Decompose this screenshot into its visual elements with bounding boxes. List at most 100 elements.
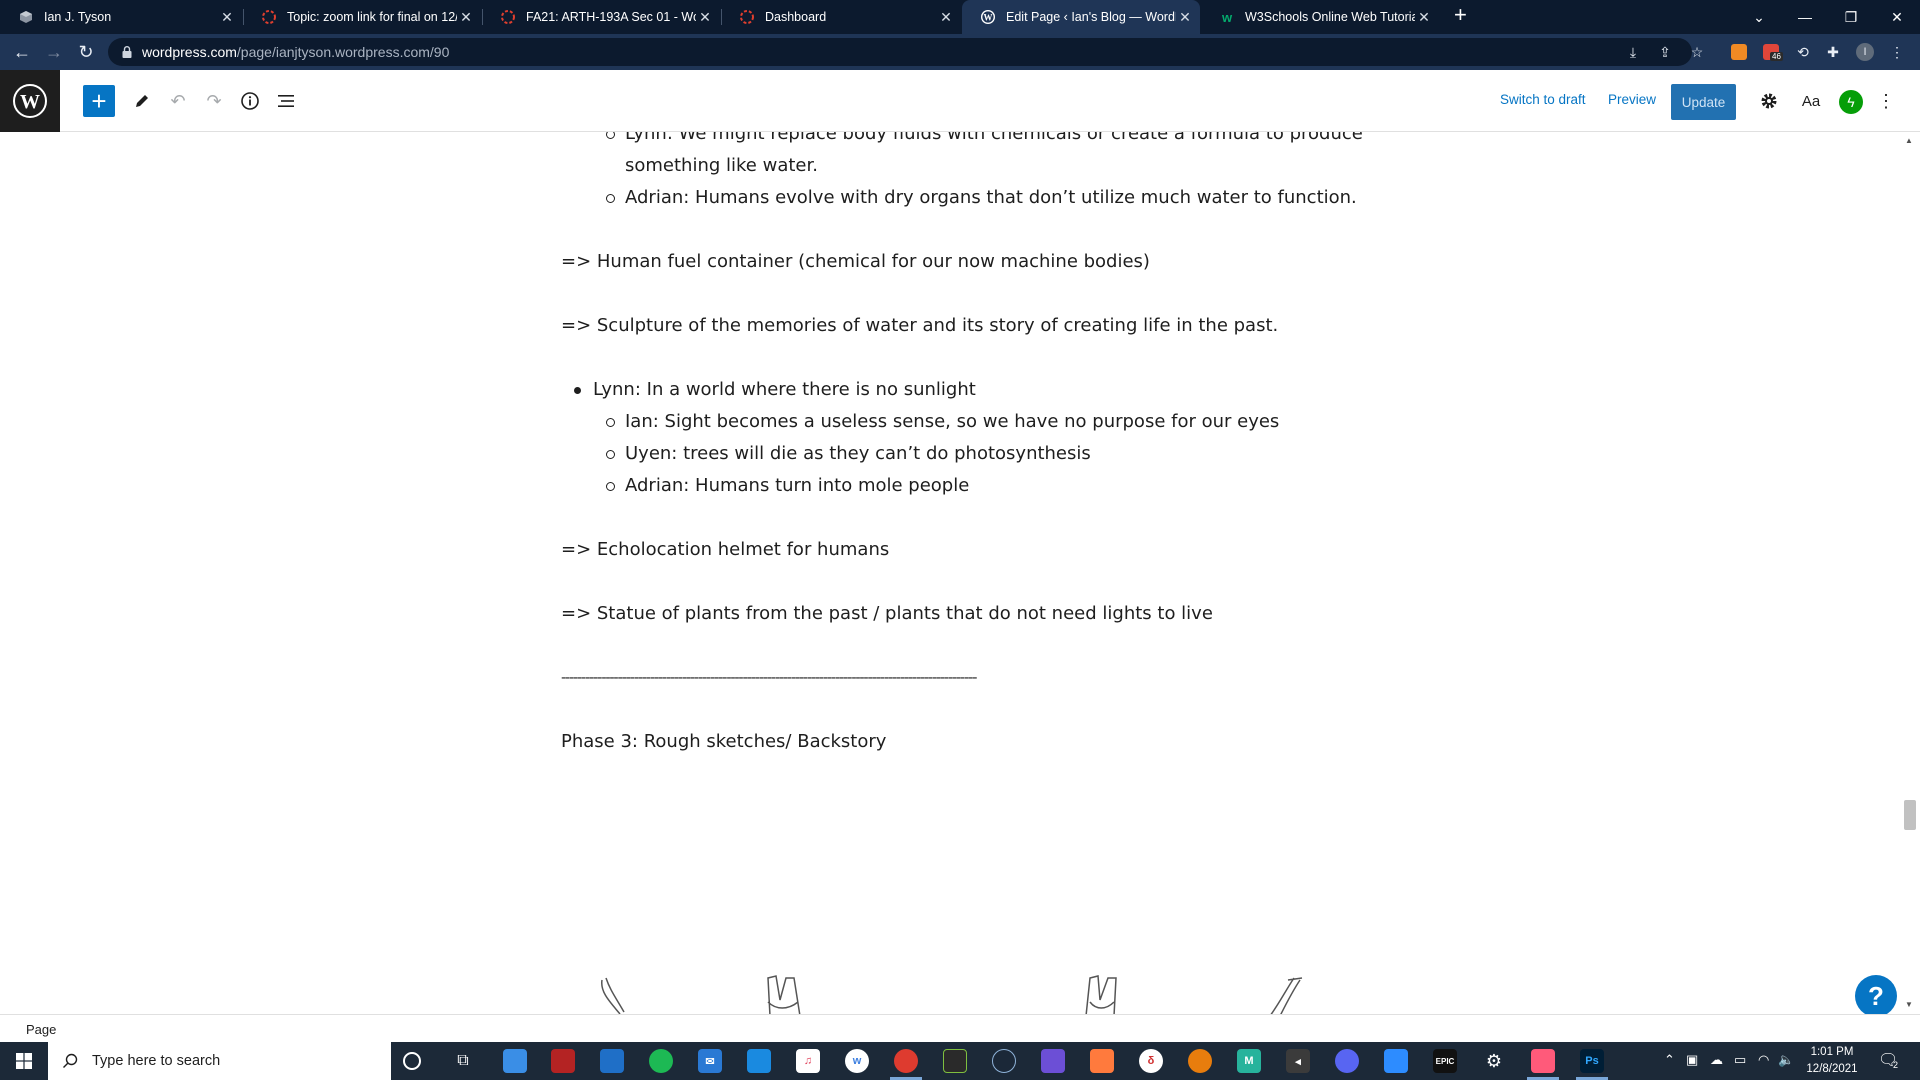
browser-tab-active[interactable]: W Edit Page ‹ Ian's Blog — WordPress ✕ (962, 0, 1200, 34)
paragraph[interactable]: => Sculpture of the memories of water an… (561, 310, 1278, 342)
back-arrow-icon[interactable]: ← (10, 40, 34, 64)
cortana-circle-icon[interactable] (403, 1052, 421, 1070)
paragraph[interactable]: something like water. (625, 150, 818, 182)
update-button[interactable]: Update (1671, 84, 1736, 120)
itunes-icon[interactable]: ♫ (796, 1049, 820, 1073)
calculator-icon[interactable] (747, 1049, 771, 1073)
jetpack-bolt-icon[interactable]: ϟ (1839, 90, 1863, 114)
tray-chevron-icon[interactable]: ⌃ (1664, 1052, 1675, 1068)
close-tab-icon[interactable]: ✕ (1176, 9, 1194, 26)
browser-menu-icon[interactable]: ⋮ (1888, 43, 1906, 61)
breadcrumb-page[interactable]: Page (26, 1022, 56, 1037)
zoom-icon[interactable] (1384, 1049, 1408, 1073)
help-question-icon[interactable]: ? (1855, 975, 1897, 1017)
browser-tab[interactable]: w W3Schools Online Web Tutorials ✕ (1201, 0, 1439, 34)
preview-button[interactable]: Preview (1608, 92, 1656, 107)
new-tab-button[interactable]: + (1454, 2, 1467, 28)
blender-icon[interactable] (1188, 1049, 1212, 1073)
browser-tab[interactable]: FA21: ARTH-193A Sec 01 - World ✕ (482, 0, 720, 34)
details-info-icon[interactable] (238, 89, 262, 113)
scroll-down-arrow-icon[interactable]: ▼ (1905, 1000, 1913, 1009)
paragraph[interactable]: => Human fuel container (chemical for ou… (561, 246, 1150, 278)
paragraph[interactable]: => Statue of plants from the past / plan… (561, 598, 1213, 630)
list-item[interactable]: Adrian: Humans evolve with dry organs th… (625, 182, 1357, 214)
bookmark-star-icon[interactable]: ☆ (1688, 43, 1706, 61)
wifi-icon[interactable]: ◠ (1758, 1052, 1769, 1068)
tray-device-icon[interactable]: ▣ (1686, 1052, 1698, 1068)
share-icon[interactable]: ⇪ (1656, 43, 1674, 61)
creative-cloud-icon[interactable] (1090, 1049, 1114, 1073)
windows-start-icon[interactable] (0, 1042, 48, 1080)
rough-sketch-image[interactable] (590, 972, 1310, 1014)
steam-icon[interactable] (992, 1049, 1016, 1073)
paragraph[interactable]: Phase 3: Rough sketches/ Backstory (561, 726, 886, 758)
close-tab-icon[interactable]: ✕ (696, 9, 714, 26)
editor-scrollbar[interactable] (1900, 132, 1920, 1014)
close-window-icon[interactable]: ✕ (1874, 0, 1920, 34)
editor-options-menu-icon[interactable]: ⋮ (1874, 89, 1898, 113)
spotify-icon[interactable] (649, 1049, 673, 1073)
red-app-icon[interactable]: δ (1139, 1049, 1163, 1073)
extensions-puzzle-icon[interactable]: ✚ (1824, 43, 1842, 61)
extension-orange-icon[interactable] (1730, 43, 1748, 61)
reload-icon[interactable]: ↻ (74, 40, 98, 64)
task-view-icon[interactable]: ⧉ (451, 1049, 475, 1073)
redo-icon[interactable]: ↷ (202, 89, 226, 113)
close-tab-icon[interactable]: ✕ (937, 9, 955, 26)
onedrive-cloud-icon[interactable]: ☁ (1710, 1052, 1723, 1068)
switch-to-draft-button[interactable]: Switch to draft (1500, 92, 1586, 107)
restore-icon[interactable]: ❐ (1828, 0, 1874, 34)
discord-icon[interactable] (1335, 1049, 1359, 1073)
global-styles-button[interactable]: Aa (1798, 89, 1824, 113)
tab-search-chevron-icon[interactable]: ⌄ (1736, 0, 1782, 34)
settings-icon[interactable]: ⚙ (1482, 1049, 1506, 1073)
chrome-icon[interactable] (894, 1049, 918, 1073)
browser-tab[interactable]: Dashboard ✕ (721, 0, 961, 34)
list-item[interactable]: Adrian: Humans turn into mole people (625, 470, 969, 502)
list-item[interactable]: Ian: Sight becomes a useless sense, so w… (625, 406, 1279, 438)
photoshop-icon[interactable]: Ps (1580, 1049, 1604, 1073)
mail-icon[interactable]: ✉ (698, 1049, 722, 1073)
scroll-up-arrow-icon[interactable]: ▲ (1905, 136, 1913, 145)
wordpress-logo-icon[interactable]: W (0, 70, 60, 132)
add-block-button[interactable]: + (83, 85, 115, 117)
address-bar[interactable]: wordpress.com/page/ianjtyson.wordpress.c… (108, 38, 1692, 66)
browser-tab[interactable]: Topic: zoom link for final on 12/9 ✕ (243, 0, 481, 34)
battery-icon[interactable]: ▭ (1734, 1052, 1746, 1068)
taskbar-search-input[interactable]: Type here to search (48, 1042, 391, 1080)
profile-avatar[interactable]: I (1856, 43, 1874, 61)
separator-dashes[interactable]: ----------------------------------------… (561, 662, 978, 694)
close-tab-icon[interactable]: ✕ (457, 9, 475, 26)
epic-games-icon[interactable]: EPIC (1433, 1049, 1457, 1073)
paragraph[interactable]: => Echolocation helmet for humans (561, 534, 889, 566)
close-tab-icon[interactable]: ✕ (218, 9, 236, 26)
list-item[interactable]: Lynn: In a world where there is no sunli… (593, 374, 976, 406)
list-item[interactable]: Uyen: trees will die as they can’t do ph… (625, 438, 1091, 470)
m-app-icon[interactable]: M (1237, 1049, 1261, 1073)
microsoft-store-icon[interactable] (600, 1049, 624, 1073)
minimize-icon[interactable]: — (1782, 0, 1828, 34)
forward-arrow-icon[interactable]: → (42, 40, 66, 64)
close-tab-icon[interactable]: ✕ (1415, 9, 1433, 26)
scrollbar-thumb[interactable] (1904, 800, 1916, 830)
volume-icon[interactable]: 🔈 (1778, 1052, 1794, 1068)
install-app-icon[interactable]: ⤓ (1624, 43, 1642, 61)
list-view-icon[interactable] (274, 89, 298, 113)
creative-app-icon[interactable] (1531, 1049, 1555, 1073)
w-app-icon[interactable]: w (845, 1049, 869, 1073)
undo-icon[interactable]: ↶ (166, 89, 190, 113)
browser-tab[interactable]: Ian J. Tyson ✕ (0, 0, 242, 34)
list-circle-bullet (606, 418, 615, 427)
history-icon[interactable]: ⟲ (1794, 43, 1812, 61)
edit-pencil-icon[interactable] (130, 89, 154, 113)
paint-app-icon[interactable] (1041, 1049, 1065, 1073)
minecraft-icon[interactable] (943, 1049, 967, 1073)
extension-red-icon[interactable]: 46 (1762, 43, 1783, 61)
list-circle-bullet (606, 450, 615, 459)
paragraph[interactable]: Lynn: We might replace body fluids with … (625, 132, 1363, 150)
settings-gear-icon[interactable] (1757, 89, 1781, 113)
visual-studio-icon[interactable]: ◂ (1286, 1049, 1310, 1073)
file-explorer-icon[interactable] (503, 1049, 527, 1073)
game-app-icon[interactable] (551, 1049, 575, 1073)
system-clock[interactable]: 1:01 PM 12/8/2021 (1800, 1044, 1864, 1078)
